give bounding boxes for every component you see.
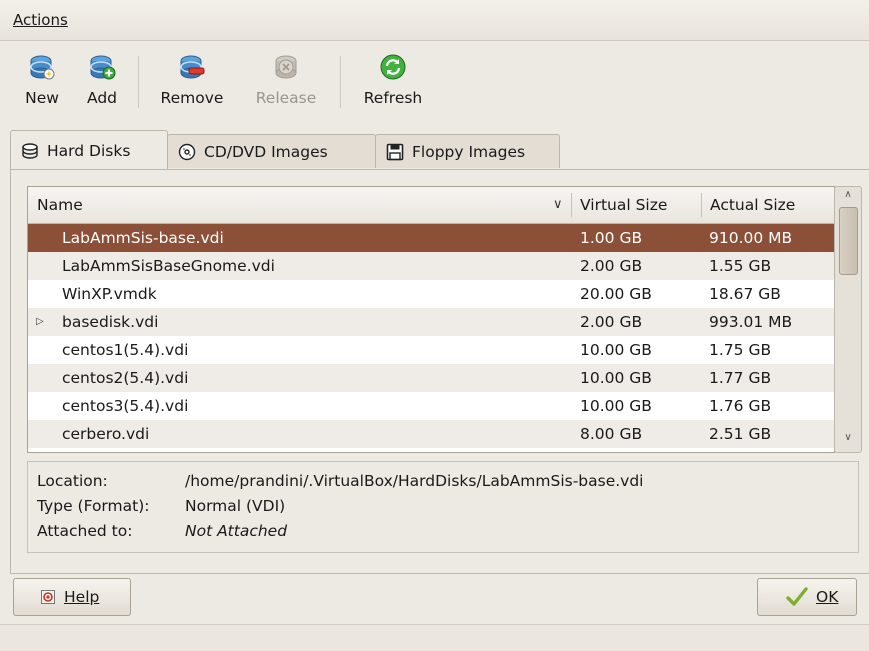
row-actual-size: 1.55 GB [709,257,772,275]
help-button[interactable]: Help [13,578,131,616]
row-actual-size: 910.00 MB [709,229,793,247]
refresh-icon [380,54,406,80]
row-virtual-size: 8.00 GB [580,425,643,443]
release-disk-icon [275,55,297,79]
column-header-name[interactable]: Name [37,187,83,223]
new-button[interactable]: New [14,48,70,118]
row-actual-size: 2.51 GB [709,425,772,443]
row-name: centos2(5.4).vdi [62,369,189,387]
sort-chevron-down-icon: ∨ [553,197,563,212]
add-button[interactable]: Add [78,48,126,118]
type-label: Type (Format): [37,497,150,515]
column-header-actual-size[interactable]: Actual Size [710,187,795,223]
scroll-down-arrow-icon[interactable]: ∨ [835,432,861,450]
refresh-button[interactable]: Refresh [354,48,432,118]
remove-button[interactable]: Remove [152,48,232,118]
row-virtual-size: 10.00 GB [580,369,652,387]
table-row[interactable]: ▷ basedisk.vdi 2.00 GB 993.01 MB [28,308,834,336]
new-disk-icon [30,55,55,80]
type-value: Normal (VDI) [185,497,286,515]
row-virtual-size: 2.00 GB [580,313,643,331]
column-header-virtual-size[interactable]: Virtual Size [580,187,667,223]
ok-button[interactable]: OK [757,578,857,616]
floppy-icon [386,143,404,161]
row-name: LabAmmSisBaseGnome.vdi [62,257,275,275]
table-row[interactable]: cerbero.vdi 8.00 GB 2.51 GB [28,420,834,448]
row-actual-size: 1.76 GB [709,397,772,415]
status-bar [0,624,869,651]
row-name: basedisk.vdi [62,313,159,331]
menu-actions[interactable]: Actions [13,11,68,29]
tab-cd-dvd-images-label: CD/DVD Images [204,143,328,161]
row-actual-size: 1.77 GB [709,369,772,387]
hard-disk-icon [22,143,38,159]
row-virtual-size: 10.00 GB [580,397,652,415]
add-disk-icon [90,55,116,80]
location-label: Location: [37,472,108,490]
row-name: centos1(5.4).vdi [62,341,189,359]
expand-triangle-icon[interactable]: ▷ [36,308,44,336]
attached-value: Not Attached [185,522,288,540]
row-name: LabAmmSis-base.vdi [62,229,224,247]
hard-disk-list[interactable]: Name ∨ Virtual Size Actual Size LabAmmSi… [27,186,835,453]
table-row[interactable]: centos2(5.4).vdi 10.00 GB 1.77 GB [28,364,834,392]
row-virtual-size: 20.00 GB [580,285,652,303]
checkmark-icon [786,587,808,606]
table-row[interactable]: centos1(5.4).vdi 10.00 GB 1.75 GB [28,336,834,364]
cd-dvd-icon [178,143,196,161]
new-button-label: New [25,89,59,107]
menu-actions-label: Actions [13,11,68,29]
tab-hard-disks-label: Hard Disks [47,142,131,160]
location-value: /home/prandini/.VirtualBox/HardDisks/Lab… [185,472,644,490]
row-name: cerbero.vdi [62,425,150,443]
tab-cd-dvd-images[interactable]: CD/DVD Images [167,134,376,168]
refresh-button-label: Refresh [363,89,423,107]
tab-floppy-images-label: Floppy Images [412,143,526,161]
scroll-thumb[interactable] [839,207,858,275]
row-virtual-size: 10.00 GB [580,341,652,359]
tab-floppy-images[interactable]: Floppy Images [375,134,560,168]
release-button[interactable]: Release [246,48,326,118]
remove-button-label: Remove [160,89,224,107]
row-virtual-size: 1.00 GB [580,229,643,247]
list-header: Name ∨ Virtual Size Actual Size [28,187,834,224]
toolbar: New Add Remove Release Refresh [0,48,869,118]
column-separator [571,193,572,217]
column-separator [701,193,702,217]
help-button-label: Help [64,588,99,606]
row-actual-size: 1.75 GB [709,341,772,359]
ok-button-label: OK [816,588,838,606]
list-scrollbar[interactable]: ∧ ∨ [834,186,862,453]
table-row[interactable]: centos3(5.4).vdi 10.00 GB 1.76 GB [28,392,834,420]
row-actual-size: 993.01 MB [709,313,793,331]
table-row[interactable]: LabAmmSisBaseGnome.vdi 2.00 GB 1.55 GB [28,252,834,280]
release-button-label: Release [255,89,317,107]
remove-disk-icon [180,55,205,79]
toolbar-separator [340,56,341,108]
menubar: Actions [0,0,869,41]
details-pane: Location: /home/prandini/.VirtualBox/Har… [27,461,859,553]
attached-label: Attached to: [37,522,133,540]
table-row[interactable]: WinXP.vmdk 20.00 GB 18.67 GB [28,280,834,308]
help-button-text: Help [64,588,100,606]
row-name: centos3(5.4).vdi [62,397,189,415]
scroll-up-arrow-icon[interactable]: ∧ [835,189,861,207]
ok-button-text: OK [816,588,839,606]
row-actual-size: 18.67 GB [709,285,781,303]
table-row[interactable]: LabAmmSis-base.vdi 1.00 GB 910.00 MB [28,224,834,252]
toolbar-separator [138,56,139,108]
help-icon [41,590,55,604]
tab-hard-disks[interactable]: Hard Disks [10,130,168,169]
row-name: WinXP.vmdk [62,285,157,303]
add-button-label: Add [86,89,117,107]
row-virtual-size: 2.00 GB [580,257,643,275]
